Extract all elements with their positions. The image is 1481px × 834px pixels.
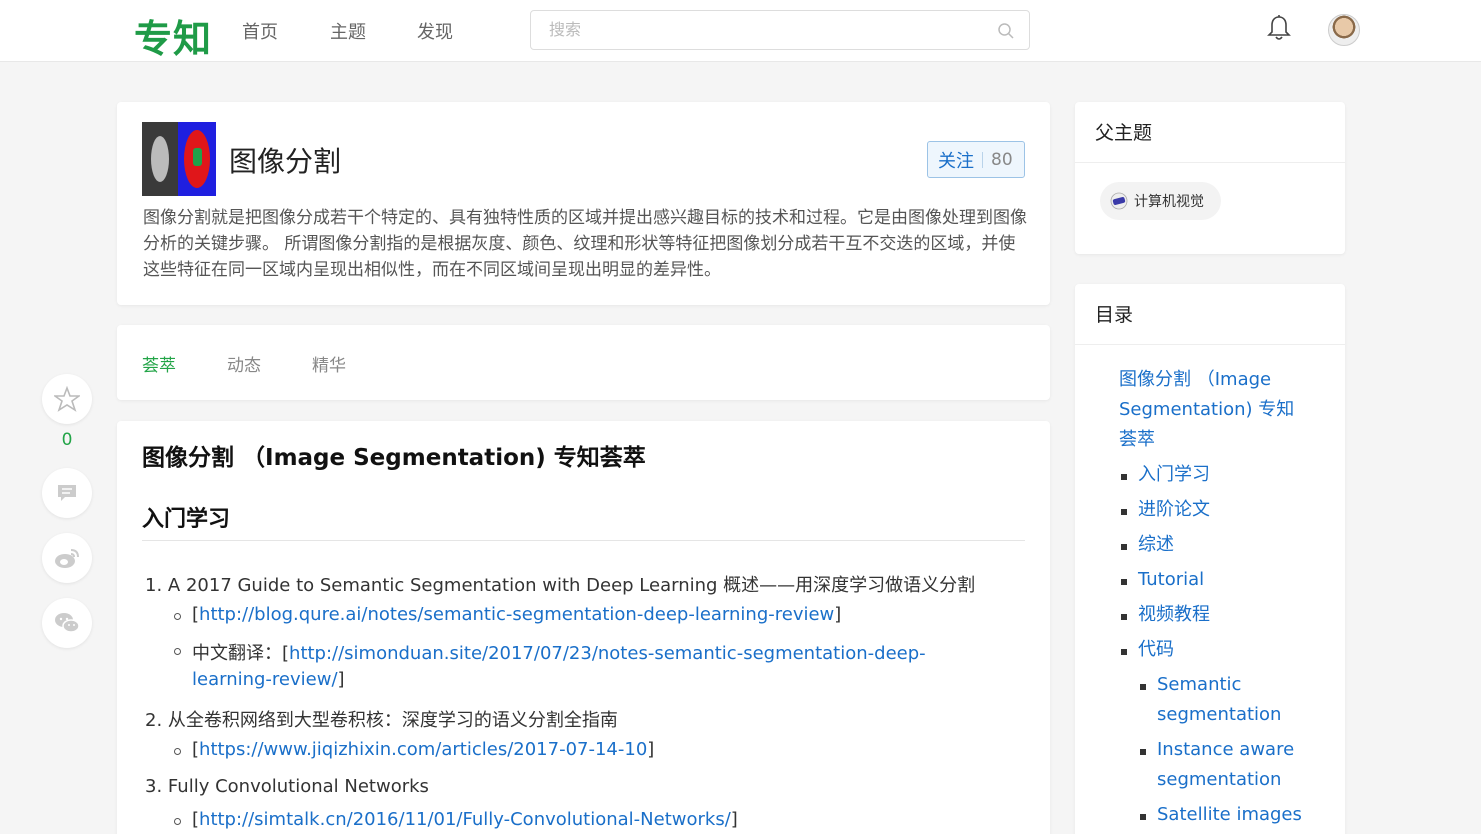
parent-topic-card: 父主题 计算机视觉 (1075, 102, 1345, 254)
article-link[interactable]: https://www.jiqizhixin.com/articles/2017… (199, 739, 647, 760)
tab-essence[interactable]: 精华 (312, 351, 346, 376)
article-link[interactable]: http://simonduan.site/2017/07/23/notes-s… (289, 643, 926, 664)
list-item: 1. A 2017 Guide to Semantic Segmentation… (145, 575, 976, 596)
follow-button[interactable]: 关注 80 (927, 141, 1025, 178)
section-heading: 入门学习 (142, 507, 231, 532)
weibo-icon (55, 549, 79, 568)
nav-home[interactable]: 首页 (242, 18, 278, 44)
wechat-share-button[interactable] (42, 598, 92, 648)
follower-count: 80 (991, 149, 1013, 170)
topic-icon (1110, 192, 1128, 210)
follow-label: 关注 (938, 150, 974, 172)
list-item: 2. 从全卷积网络到大型卷积核：深度学习的语义分割全指南 (145, 710, 618, 731)
parent-topic-chip[interactable]: 计算机视觉 (1100, 182, 1221, 220)
topic-header-card: 图像分割 关注 80 图像分割就是把图像分成若干个特定的、具有独特性质的区域并提… (117, 102, 1050, 305)
article-content: 图像分割 （Image Segmentation) 专知荟萃 入门学习 1. A… (117, 421, 1050, 834)
user-avatar[interactable] (1328, 14, 1360, 46)
article-link[interactable]: http://simtalk.cn/2016/11/01/Fully-Convo… (199, 809, 731, 830)
list-item: [https://www.jiqizhixin.com/articles/201… (192, 739, 655, 760)
notification-bell-icon[interactable] (1266, 14, 1292, 42)
toc-root-link[interactable]: 图像分割 （Image Segmentation) 专知 荟萃 (1119, 365, 1294, 455)
search-icon[interactable] (997, 22, 1015, 40)
wechat-icon (55, 613, 80, 633)
toc-heading: 目录 (1095, 304, 1134, 326)
toc-item[interactable]: Tutorial (1138, 565, 1204, 595)
parent-topic-heading: 父主题 (1095, 122, 1153, 144)
favorite-button[interactable] (42, 374, 92, 424)
nav-discover[interactable]: 发现 (417, 18, 453, 44)
toc-item[interactable]: 综述 (1138, 530, 1174, 560)
toc-item[interactable]: 代码 (1138, 635, 1174, 665)
toc-item[interactable]: 进阶论文 (1138, 495, 1210, 525)
article-link[interactable]: http://blog.qure.ai/notes/semantic-segme… (199, 604, 834, 625)
table-of-contents: 目录 图像分割 （Image Segmentation) 专知 荟萃 入门学习 … (1075, 284, 1345, 834)
tab-activity[interactable]: 动态 (227, 351, 261, 376)
toc-sub-item[interactable]: Instance aware segmentation (1157, 735, 1294, 795)
site-logo[interactable]: 专知 (134, 8, 212, 63)
topic-thumbnail (142, 122, 216, 196)
toc-item[interactable]: 入门学习 (1138, 460, 1210, 490)
article-link[interactable]: learning-review/ (192, 669, 338, 690)
comment-icon (58, 485, 76, 501)
search-input[interactable] (549, 20, 989, 39)
tab-collection[interactable]: 荟萃 (142, 351, 176, 376)
topic-description: 图像分割就是把图像分成若干个特定的、具有独特性质的区域并提出感兴趣目标的技术和过… (143, 208, 1027, 280)
list-item: 中文翻译：[http://simonduan.site/2017/07/23/n… (192, 643, 926, 664)
search-box (530, 10, 1030, 50)
list-item: [http://blog.qure.ai/notes/semantic-segm… (192, 604, 842, 625)
list-item: 3. Fully Convolutional Networks (145, 776, 429, 797)
weibo-share-button[interactable] (42, 533, 92, 583)
list-item-continuation: learning-review/] (192, 669, 345, 690)
topic-tabs: 荟萃 动态 精华 (117, 325, 1050, 400)
comment-button[interactable] (42, 468, 92, 518)
toc-sub-item[interactable]: Satellite images (1157, 800, 1302, 830)
top-navbar: 专知 首页 主题 发现 (0, 0, 1481, 62)
star-icon (54, 386, 80, 412)
topic-title: 图像分割 (229, 145, 342, 178)
nav-topics[interactable]: 主题 (330, 18, 366, 44)
list-item: [http://simtalk.cn/2016/11/01/Fully-Conv… (192, 809, 738, 830)
favorite-count: 0 (61, 430, 73, 450)
article-title: 图像分割 （Image Segmentation) 专知荟萃 (142, 445, 646, 471)
toc-item[interactable]: 视频教程 (1138, 600, 1210, 630)
toc-sub-item[interactable]: Semantic segmentation (1157, 670, 1281, 730)
